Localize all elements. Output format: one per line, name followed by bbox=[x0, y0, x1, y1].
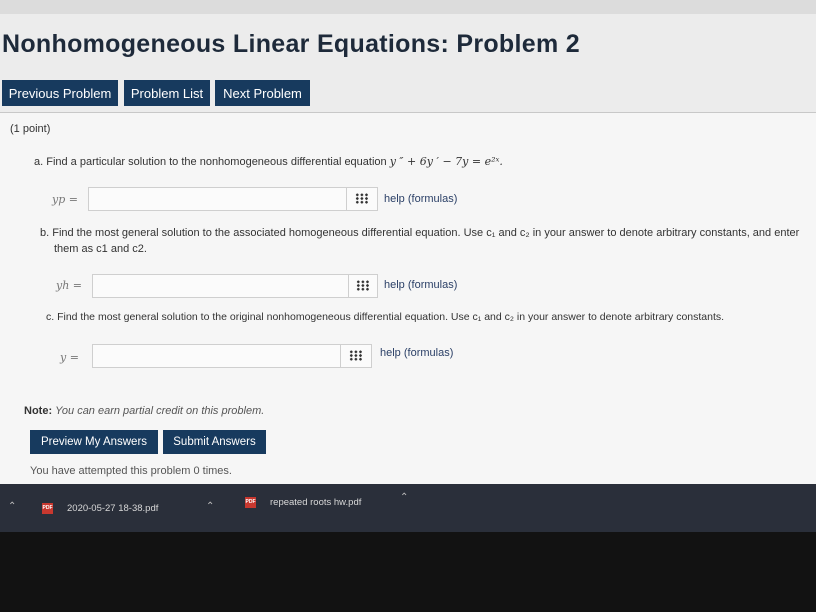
previous-problem-button[interactable]: Previous Problem bbox=[2, 80, 118, 106]
points-label: (1 point) bbox=[10, 123, 51, 135]
problem-list-button[interactable]: Problem List bbox=[124, 80, 210, 106]
page-title: Nonhomogeneous Linear Equations: Problem… bbox=[2, 30, 580, 58]
y-equation-editor-button[interactable] bbox=[340, 344, 372, 368]
download-filename: 2020-05-27 18-38.pdf bbox=[67, 502, 159, 514]
yp-answer-input[interactable] bbox=[88, 187, 348, 211]
monitor-bezel bbox=[0, 532, 816, 612]
yp-help-link[interactable]: help (formulas) bbox=[384, 193, 457, 205]
pdf-icon: PDF bbox=[245, 496, 256, 508]
equation-grid-icon bbox=[355, 193, 369, 204]
yh-answer-input[interactable] bbox=[92, 274, 350, 298]
browser-viewport: Nonhomogeneous Linear Equations: Problem… bbox=[0, 0, 816, 532]
part-b-text-line1: b. Find the most general solution to the… bbox=[40, 227, 800, 239]
yp-label: yp = bbox=[52, 193, 78, 206]
preview-answers-button[interactable]: Preview My Answers bbox=[30, 430, 158, 454]
attempts-status: You have attempted this problem 0 times. bbox=[30, 465, 232, 477]
chevron-up-icon[interactable]: ⌃ bbox=[400, 492, 408, 503]
chevron-up-icon[interactable]: ⌃ bbox=[8, 501, 16, 512]
equation-grid-icon bbox=[356, 280, 370, 291]
top-strip bbox=[0, 0, 816, 14]
download-filename: repeated roots hw.pdf bbox=[270, 496, 362, 508]
chevron-up-icon[interactable]: ⌃ bbox=[206, 501, 214, 512]
note-label: Note: bbox=[24, 405, 53, 417]
part-a-equation: y ″ + 6y ′ − 7y = e²ˣ. bbox=[389, 155, 503, 168]
note-text: You can earn partial credit on this prob… bbox=[55, 405, 265, 417]
download-item[interactable]: PDF 2020-05-27 18-38.pdf bbox=[42, 498, 158, 518]
yh-equation-editor-button[interactable] bbox=[348, 274, 378, 298]
yh-help-link[interactable]: help (formulas) bbox=[384, 279, 457, 291]
y-answer-input[interactable] bbox=[92, 344, 342, 368]
part-a-prompt: a. Find a particular solution to the non… bbox=[34, 156, 390, 168]
download-item[interactable]: PDF repeated roots hw.pdf bbox=[245, 492, 361, 512]
pdf-icon: PDF bbox=[42, 502, 53, 514]
next-problem-button[interactable]: Next Problem bbox=[215, 80, 310, 106]
part-c-text: c. Find the most general solution to the… bbox=[46, 311, 725, 323]
submit-answers-button[interactable]: Submit Answers bbox=[163, 430, 266, 454]
partial-credit-note: Note: You can earn partial credit on thi… bbox=[24, 405, 264, 417]
y-label: y = bbox=[60, 351, 79, 364]
y-help-link[interactable]: help (formulas) bbox=[380, 347, 453, 359]
part-b-text-line2: them as c1 and c2. bbox=[54, 243, 147, 255]
part-a-text: a. Find a particular solution to the non… bbox=[34, 155, 503, 168]
equation-grid-icon bbox=[349, 350, 363, 361]
yh-label: yh = bbox=[56, 279, 83, 292]
yp-equation-editor-button[interactable] bbox=[346, 187, 378, 211]
